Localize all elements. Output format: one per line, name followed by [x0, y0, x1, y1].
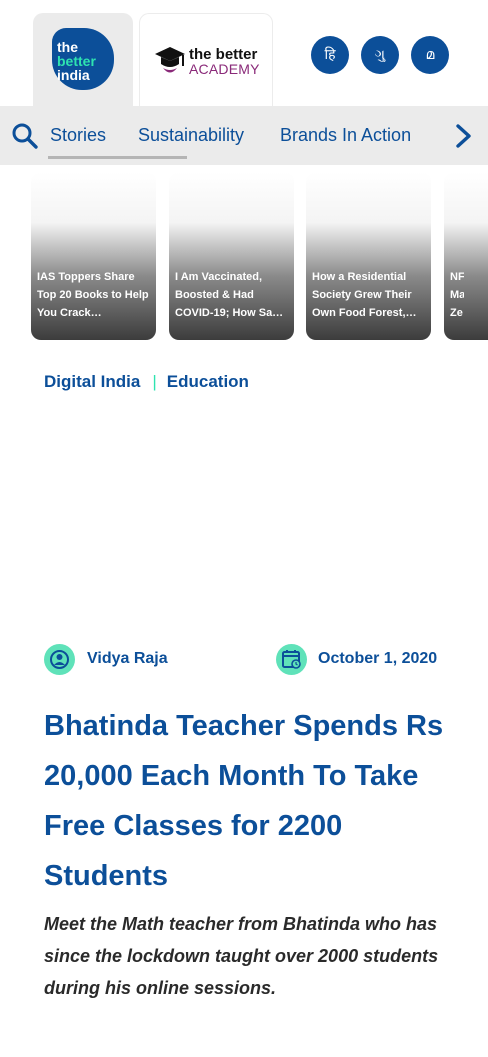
story-card-title: IAS Toppers Share Top 20 Books to Help Y… — [37, 271, 149, 319]
chevron-right-icon[interactable] — [455, 123, 473, 149]
language-gujarati-button[interactable]: ગુ — [361, 36, 399, 74]
nav-item-stories[interactable]: Stories — [50, 125, 106, 146]
search-icon[interactable] — [11, 122, 39, 150]
story-card-title: NF Ma Ze — [450, 271, 464, 319]
academy-wordmark: the better ACADEMY — [189, 46, 260, 77]
active-tab-indicator — [48, 156, 187, 159]
logo-line-better: better — [57, 53, 96, 69]
story-card-title: I Am Vaccinated, Boosted & Had COVID-19;… — [175, 271, 284, 319]
category-link-digital-india[interactable]: Digital India — [44, 372, 140, 391]
category-separator: | — [152, 372, 157, 391]
category-link-education[interactable]: Education — [167, 372, 249, 391]
the-better-india-tab[interactable]: the better india — [33, 13, 133, 106]
story-card-title: How a Residential Society Grew Their Own… — [312, 271, 417, 319]
calendar-icon — [276, 644, 307, 675]
article-headline: Bhatinda Teacher Spends Rs 20,000 Each M… — [44, 710, 444, 892]
language-malayalam-button[interactable]: മ — [411, 36, 449, 74]
the-better-india-logo[interactable]: the better india — [52, 28, 114, 90]
story-card[interactable]: How a Residential Society Grew Their Own… — [306, 172, 431, 340]
author-name[interactable]: Vidya Raja — [87, 650, 168, 668]
category-nav: Stories Sustainability Brands In Action — [0, 106, 488, 165]
story-carousel[interactable]: IAS Toppers Share Top 20 Books to Help Y… — [0, 165, 488, 345]
story-card[interactable]: NF Ma Ze — [444, 172, 488, 340]
site-header: the better india the better ACADEMY हि ગ… — [0, 0, 488, 106]
nav-item-sustainability[interactable]: Sustainability — [138, 125, 244, 146]
logo-line-india: india — [57, 67, 90, 83]
article-excerpt: Meet the Math teacher from Bhatinda who … — [44, 914, 439, 998]
article-categories: Digital India | Education — [44, 372, 249, 392]
logo-line-the: the — [57, 39, 78, 55]
language-hindi-button[interactable]: हि — [311, 36, 349, 74]
nav-item-brands-in-action[interactable]: Brands In Action — [280, 125, 411, 146]
story-card[interactable]: IAS Toppers Share Top 20 Books to Help Y… — [31, 172, 156, 340]
the-better-academy-tab[interactable]: the better ACADEMY — [139, 13, 273, 106]
user-icon — [44, 644, 75, 675]
publish-date: October 1, 2020 — [318, 650, 438, 667]
academy-wordmark-bottom: ACADEMY — [189, 61, 260, 77]
graduation-cap-icon — [155, 47, 185, 73]
academy-wordmark-top: the better — [189, 46, 258, 63]
story-card[interactable]: I Am Vaccinated, Boosted & Had COVID-19;… — [169, 172, 294, 340]
